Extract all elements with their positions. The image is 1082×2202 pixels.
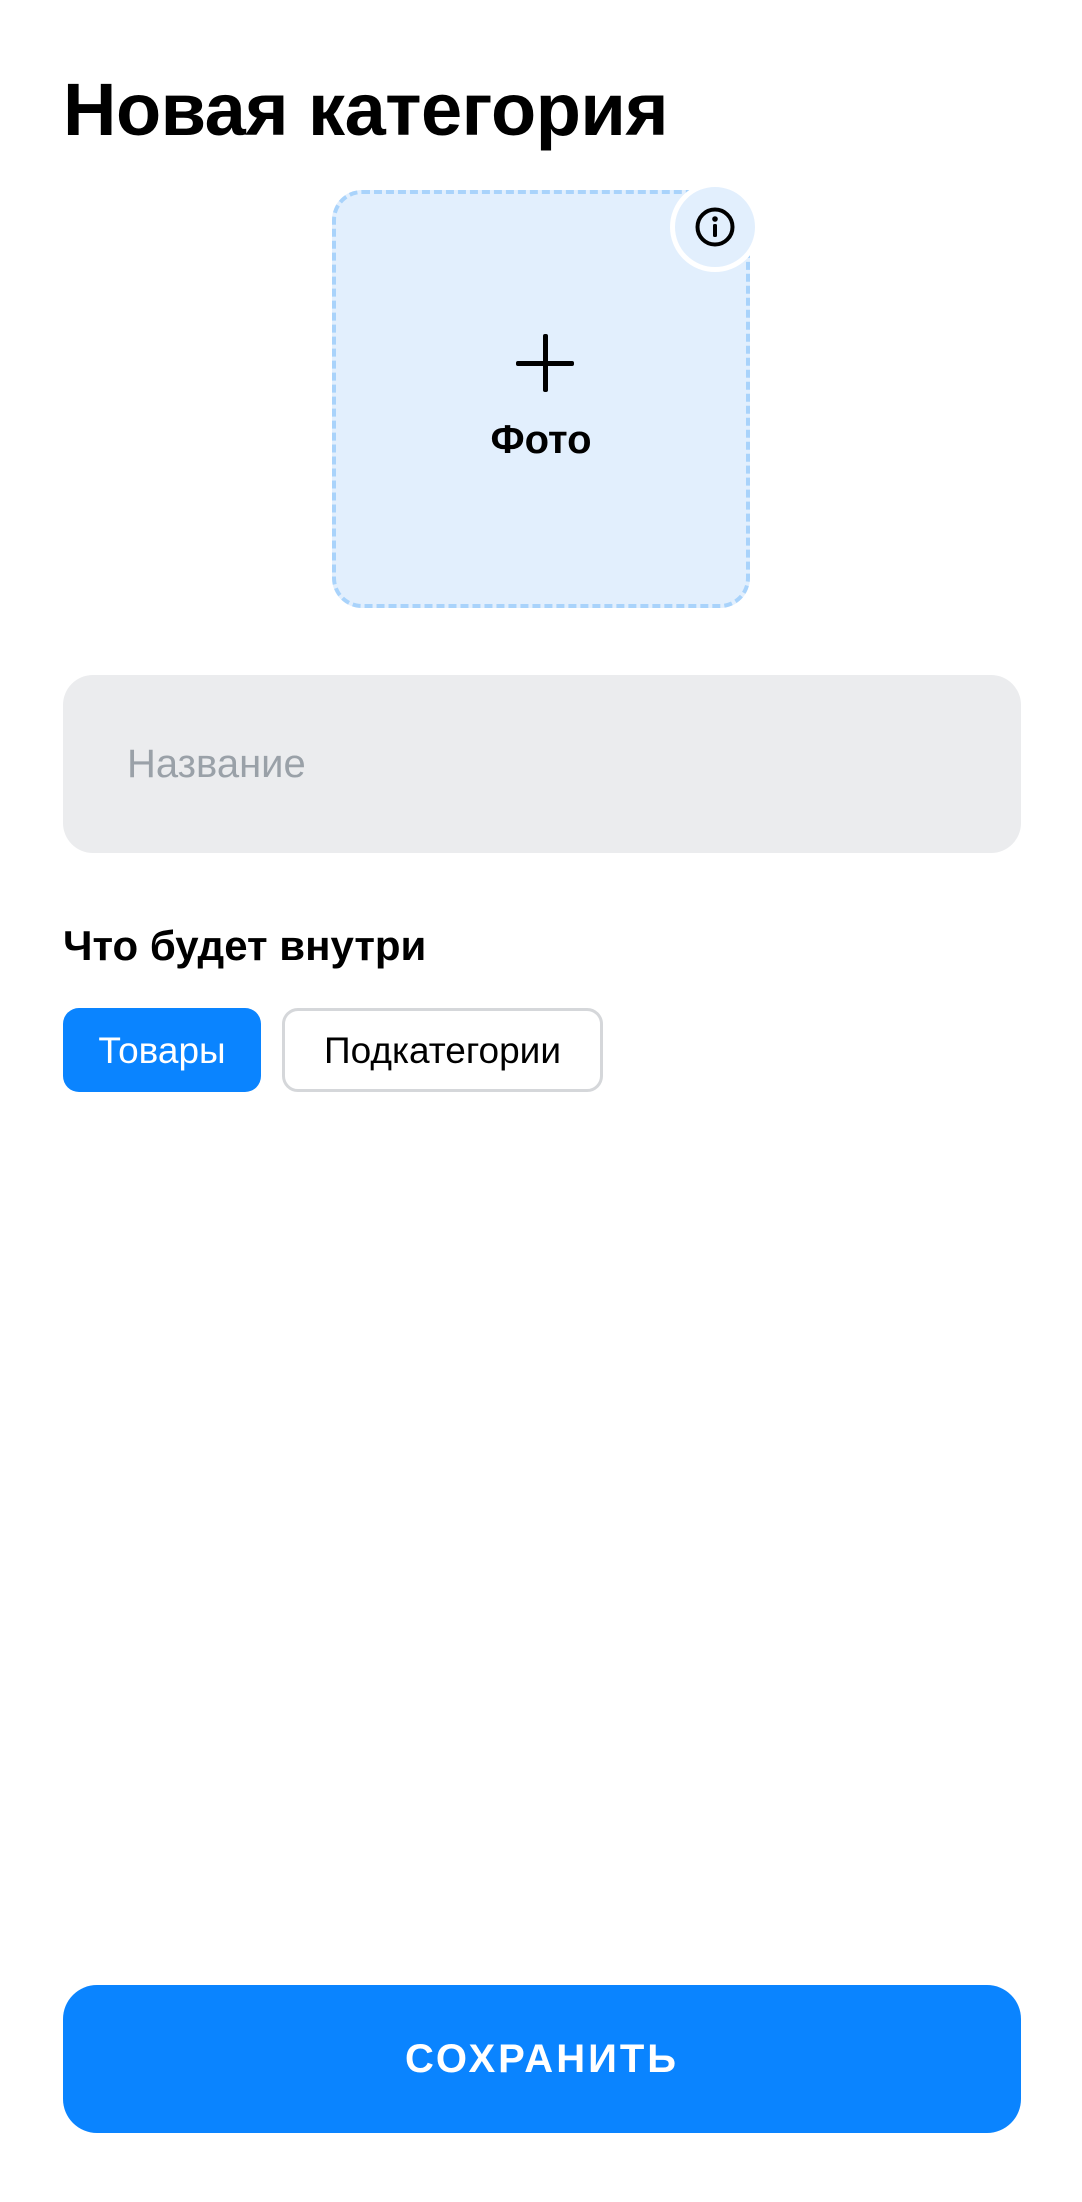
info-icon — [695, 207, 735, 247]
name-input[interactable] — [63, 675, 1021, 853]
content-type-subcategories-button[interactable]: Подкатегории — [282, 1008, 603, 1092]
photo-info-button[interactable] — [670, 182, 760, 272]
photo-upload-label: Фото — [490, 418, 592, 462]
save-button[interactable]: СОХРАНИТЬ — [63, 1985, 1021, 2133]
page-title: Новая категория — [63, 68, 669, 151]
plus-icon — [516, 334, 574, 392]
content-type-title: Что будет внутри — [63, 922, 427, 969]
content-type-goods-button[interactable]: Товары — [63, 1008, 261, 1092]
